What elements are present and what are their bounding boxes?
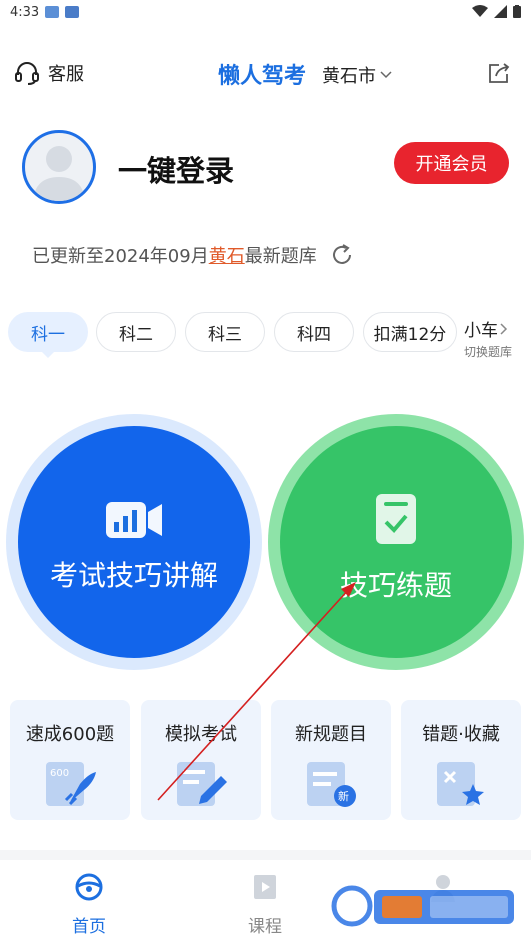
wrong-favorites-label: 错题·收藏: [422, 724, 500, 745]
status-icons: [472, 5, 521, 18]
vip-button[interactable]: 开通会员: [394, 142, 509, 184]
city-selector[interactable]: 黄石市: [322, 62, 392, 88]
default-avatar-icon: [33, 146, 85, 201]
vehicle-label: 小车: [464, 321, 498, 341]
avatar[interactable]: [22, 130, 96, 204]
customer-service-label: 客服: [48, 64, 84, 85]
city-label: 黄石市: [322, 66, 376, 87]
tips-practice-label: 技巧练题: [339, 569, 452, 602]
card-badge-new: 新: [338, 789, 349, 803]
status-time: 4:33: [10, 4, 40, 20]
quick-600-card[interactable]: 速成600题 600: [10, 700, 130, 820]
mock-exam-card[interactable]: 模拟考试: [141, 700, 261, 820]
wrong-favorites-card[interactable]: 错题·收藏: [401, 700, 521, 820]
card-badge-600: 600: [50, 768, 69, 779]
refresh-icon[interactable]: [329, 242, 355, 268]
course-play-icon: [254, 875, 276, 899]
tab-deduct-12[interactable]: 扣满12分: [363, 312, 457, 352]
new-rules-card[interactable]: 新规题目 新: [271, 700, 391, 820]
checklist-icon: [376, 494, 416, 544]
quick-600-label: 速成600题: [25, 724, 115, 745]
battery-icon: [513, 5, 521, 18]
vehicle-switch-hint: 切换题库: [464, 345, 513, 359]
customer-service-button[interactable]: 客服: [14, 60, 84, 86]
tips-practice-circle: 技巧练题: [280, 426, 512, 658]
tab-subject-2[interactable]: 科二: [96, 312, 176, 352]
video-camera-icon: [106, 502, 162, 538]
new-rules-icon: 新: [307, 762, 356, 807]
exam-pencil-icon: [177, 762, 227, 806]
exam-tips-lecture-circle: 考试技巧讲解: [18, 426, 250, 658]
wrong-favorite-icon: [437, 762, 484, 806]
update-city-link[interactable]: 黄石: [209, 242, 245, 268]
share-icon[interactable]: [487, 62, 511, 84]
signal-icon: [494, 5, 507, 18]
nav-home-label: 首页: [72, 917, 106, 937]
vehicle-switch[interactable]: 小车 切换题库: [464, 316, 530, 360]
wifi-icon: [472, 5, 488, 17]
tips-practice-button[interactable]: 技巧练题: [268, 414, 524, 670]
one-click-login[interactable]: 一键登录: [118, 148, 234, 190]
section-divider: [0, 850, 531, 860]
update-notice: 已更新至2024年09月 黄石 最新题库: [32, 242, 355, 268]
nav-courses[interactable]: 课程: [220, 872, 310, 937]
status-bar: 4:33: [0, 0, 531, 24]
exam-tips-lecture-label: 考试技巧讲解: [49, 559, 218, 592]
site-watermark-logo: [331, 885, 514, 927]
app-title: 懒人驾考: [218, 64, 307, 89]
steering-wheel-icon: [75, 873, 103, 901]
headset-icon: [15, 62, 39, 85]
update-prefix: 已更新至2024年09月: [32, 246, 209, 267]
exam-tips-lecture-button[interactable]: 考试技巧讲解: [6, 414, 262, 670]
chevron-right-icon: [500, 322, 508, 335]
new-rules-label: 新规题目: [295, 724, 367, 745]
header: 客服 懒人驾考 黄石市: [0, 50, 531, 96]
mock-exam-label: 模拟考试: [165, 724, 237, 745]
update-suffix: 最新题库: [244, 246, 317, 267]
app-home-screen: 4:33 客服 懒人驾考 黄石市 一键登录 开通会员 已更新至2024年09月 …: [0, 0, 531, 944]
nav-courses-label: 课程: [248, 917, 282, 937]
chevron-down-icon: [380, 71, 392, 79]
tab-subject-4[interactable]: 科四: [274, 312, 354, 352]
tab-subject-3[interactable]: 科三: [185, 312, 265, 352]
notification-icon: [45, 6, 60, 18]
tab-subject-1[interactable]: 科一: [8, 312, 88, 358]
rocket-600-icon: 600: [46, 762, 96, 806]
nav-home[interactable]: 首页: [44, 872, 134, 937]
notification-icon-2: [65, 6, 80, 18]
